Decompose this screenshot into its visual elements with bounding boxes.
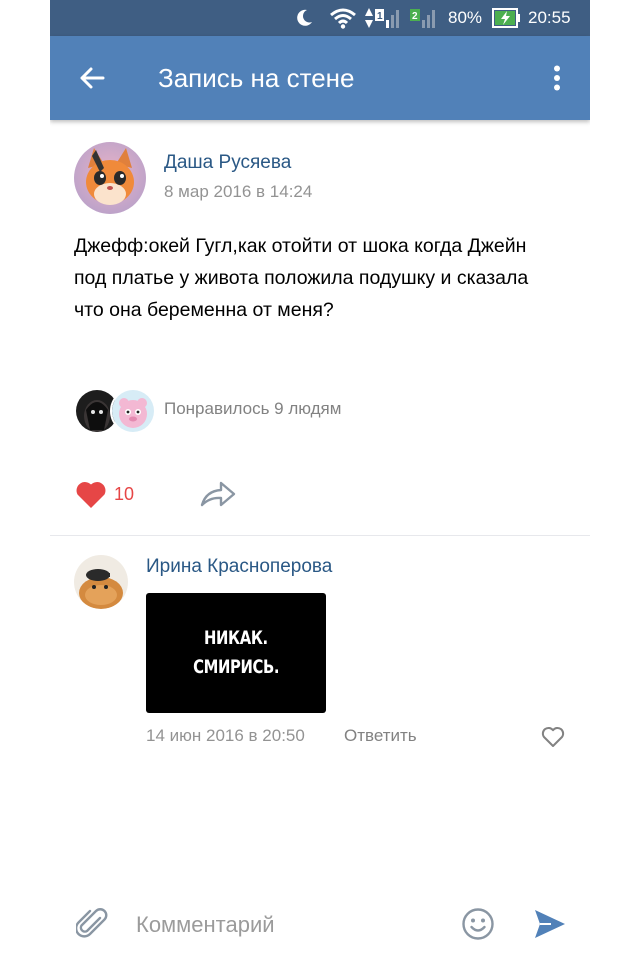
- post-date: 8 мар 2016 в 14:24: [164, 182, 313, 201]
- paperclip-icon: [76, 908, 108, 938]
- battery-charging-icon: [492, 0, 522, 36]
- letterbox-right: [590, 0, 640, 960]
- wifi-icon: [328, 0, 358, 36]
- send-icon: [535, 910, 565, 938]
- comment-image-line: НИКАК.: [204, 627, 268, 649]
- attach-button[interactable]: [72, 904, 112, 944]
- heart-outline-icon: [541, 727, 565, 747]
- letterbox-left: [0, 0, 50, 960]
- liker-avatar: [110, 388, 156, 434]
- signal-sim2-icon: 2: [408, 0, 440, 36]
- likes-summary[interactable]: Понравилось 9 людям: [164, 399, 341, 419]
- comment-image-line: СМИРИСЬ.: [193, 656, 279, 678]
- app-bar: Запись на стене: [50, 36, 590, 120]
- heart-icon: [76, 482, 106, 508]
- reply-button[interactable]: Ответить: [344, 726, 417, 746]
- post-author-name[interactable]: Даша Русяева: [164, 152, 291, 174]
- comment-image[interactable]: НИКАК. СМИРИСЬ.: [146, 593, 326, 713]
- svg-text:2: 2: [412, 11, 418, 22]
- comment-composer: [50, 886, 590, 960]
- likers-avatars[interactable]: [74, 388, 164, 434]
- more-vertical-icon: [554, 65, 560, 91]
- arrow-left-icon: [80, 67, 105, 89]
- share-button[interactable]: [198, 476, 238, 512]
- share-icon: [200, 481, 236, 507]
- back-button[interactable]: [72, 58, 112, 98]
- signal-sim1-icon: 1: [362, 0, 402, 36]
- screen: 1 2 80% 20:55 Запись на стене Даша Русяе…: [50, 0, 590, 960]
- svg-text:1: 1: [377, 11, 383, 22]
- send-button[interactable]: [530, 904, 570, 944]
- like-button[interactable]: 10: [74, 476, 134, 512]
- comment-like-button[interactable]: [540, 724, 566, 750]
- clock: 20:55: [528, 8, 571, 27]
- battery-percent: 80%: [448, 8, 483, 27]
- page-title: Запись на стене: [158, 63, 355, 93]
- commenter-avatar[interactable]: [74, 555, 128, 609]
- more-menu-button[interactable]: [542, 58, 572, 98]
- comment-input[interactable]: [136, 908, 436, 942]
- emoji-button[interactable]: [460, 906, 496, 942]
- moon-icon: [294, 0, 314, 36]
- post-text: Джефф:окей Гугл,как отойти от шока когда…: [74, 235, 529, 321]
- comment-date: 14 июн 2016 в 20:50: [146, 726, 305, 745]
- divider: [50, 535, 590, 536]
- status-bar: 1 2 80% 20:55: [50, 0, 590, 36]
- author-avatar[interactable]: [74, 142, 146, 214]
- like-count: 10: [114, 483, 135, 504]
- comment-author-name[interactable]: Ирина Красноперова: [146, 556, 332, 578]
- emoji-icon: [462, 908, 494, 940]
